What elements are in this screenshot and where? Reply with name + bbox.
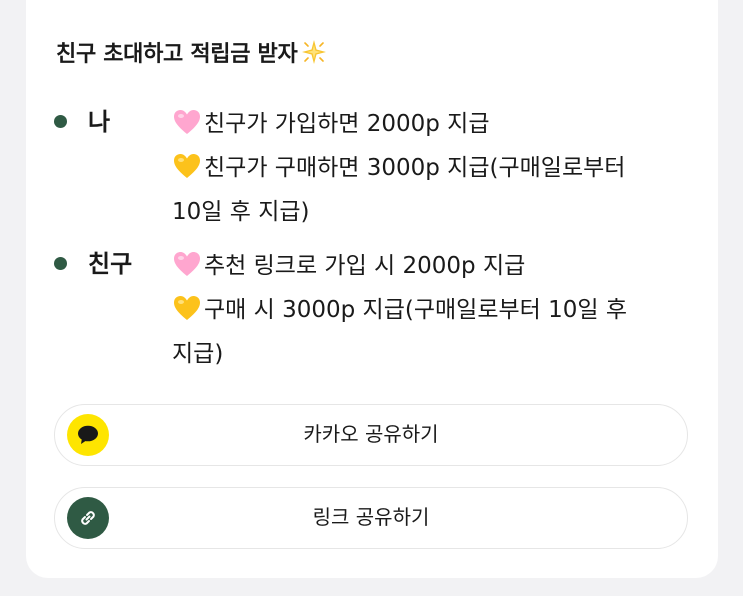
benefit-me-line-1: 친구가 가입하면 2000p 지급 [172, 102, 702, 146]
benefit-friend-label: 친구 [88, 250, 133, 278]
glowing-star-icon [302, 40, 327, 64]
kakao-share-button[interactable]: 카카오 공유하기 [54, 404, 688, 466]
invite-card: 친구 초대하고 적립금 받자 나 친구가 가입하면 2000p 지급 친구가 구… [26, 0, 718, 578]
benefit-me-line-3: 10일 후 지급) [172, 199, 310, 225]
pink-heart-icon [174, 252, 200, 276]
card-title: 친구 초대하고 적립금 받자 [56, 36, 329, 68]
benefit-friend-line-1: 추천 링크로 가입 시 2000p 지급 [172, 244, 702, 288]
link-share-label: 링크 공유하기 [312, 505, 430, 529]
link-share-button[interactable]: 링크 공유하기 [54, 487, 688, 549]
benefit-me: 나 친구가 가입하면 2000p 지급 친구가 구매하면 3000p 지급(구매… [54, 102, 694, 232]
card-title-text: 친구 초대하고 적립금 받자 [56, 42, 298, 67]
benefit-me-label: 나 [88, 108, 111, 136]
benefit-me-line-2: 친구가 구매하면 3000p 지급(구매일로부터 [172, 146, 702, 190]
benefit-friend-line-3: 지급) [172, 341, 224, 367]
kakao-share-label: 카카오 공유하기 [303, 422, 439, 446]
benefit-friend-line-2: 구매 시 3000p 지급(구매일로부터 10일 후 [172, 288, 702, 332]
benefit-friend: 친구 추천 링크로 가입 시 2000p 지급 구매 시 3000p 지급(구매… [54, 244, 694, 374]
benefit-me-lines: 친구가 가입하면 2000p 지급 친구가 구매하면 3000p 지급(구매일로… [172, 102, 702, 234]
bullet-dot [54, 115, 67, 128]
pink-heart-icon [174, 110, 200, 134]
bullet-dot [54, 257, 67, 270]
benefit-friend-lines: 추천 링크로 가입 시 2000p 지급 구매 시 3000p 지급(구매일로부… [172, 244, 702, 376]
yellow-heart-icon [174, 296, 200, 320]
yellow-heart-icon [174, 154, 200, 178]
